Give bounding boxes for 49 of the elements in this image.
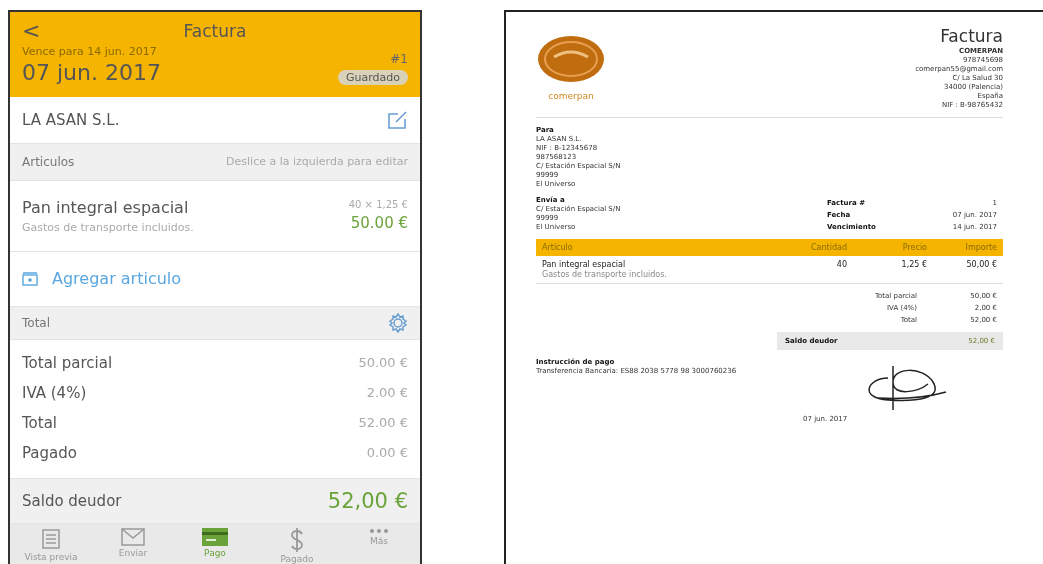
logo-text: comerpan xyxy=(548,90,594,101)
tab-bar-item[interactable]: Pagado xyxy=(256,524,338,564)
tab-bar-item[interactable]: Vista previa xyxy=(10,524,92,562)
more-icon xyxy=(369,528,389,534)
dollar-icon xyxy=(289,528,305,552)
add-item-link[interactable]: Agregar articulo xyxy=(22,269,182,289)
status-badge: Guardado xyxy=(338,70,408,85)
tab-bar-item[interactable]: Pago xyxy=(174,524,256,558)
item-note: Gastos de transporte incluidos. xyxy=(22,220,194,234)
total-label: Total xyxy=(22,413,58,432)
balance-value: 52,00 € xyxy=(327,489,408,513)
total-label: IVA (4%) xyxy=(22,383,87,402)
total-value: 52.00 € xyxy=(358,415,408,431)
section-header: Total xyxy=(22,315,51,330)
invoice-date: 07 jun. 2017 xyxy=(22,60,161,85)
column-header: Artículo xyxy=(536,239,773,256)
tab-bar-item[interactable]: Enviar xyxy=(92,524,174,558)
client-name: LA ASAN S.L. xyxy=(22,110,120,129)
item-quantity-price: 40 × 1,25 € xyxy=(348,199,408,211)
row-note: Gastos de transporte incluidos. xyxy=(536,270,1003,284)
total-label: Total parcial xyxy=(22,353,113,372)
swipe-hint: Deslice a la izquierda para editar xyxy=(226,155,408,169)
credit-card-icon xyxy=(202,528,228,546)
table-cell-text: 40 xyxy=(835,259,848,270)
table-cell-text: 1,25 € xyxy=(900,259,928,270)
edit-icon[interactable] xyxy=(388,110,408,129)
table-cell-text: 50,00 € xyxy=(965,259,998,270)
mail-icon xyxy=(121,528,145,546)
total-value: 0.00 € xyxy=(366,445,408,461)
column-header: Importe xyxy=(933,239,1003,256)
add-item-icon xyxy=(22,271,38,286)
item-name: Pan integral espacial xyxy=(22,197,189,217)
back-button[interactable]: < xyxy=(22,18,52,43)
document-title: Factura xyxy=(940,26,1003,46)
settings-icon[interactable] xyxy=(388,312,408,333)
total-label: Pagado xyxy=(22,443,77,462)
item-amount: 50.00 € xyxy=(350,214,408,233)
due-date: Vence para 14 jun. 2017 xyxy=(22,45,157,58)
section-header: Articulos xyxy=(22,154,75,169)
total-value: 2.00 € xyxy=(366,385,408,401)
column-header: Precio xyxy=(853,239,933,256)
total-value: 50.00 € xyxy=(358,355,408,371)
document-icon xyxy=(40,528,62,550)
tab-bar-item[interactable]: Más xyxy=(338,524,420,546)
invoice-number: #1 xyxy=(390,52,408,66)
balance-label: Saldo deudor xyxy=(22,492,122,510)
screen-title: Factura xyxy=(182,20,248,41)
column-header: Cantidad xyxy=(773,239,853,256)
table-cell-text: Pan integral espacial xyxy=(541,259,627,270)
